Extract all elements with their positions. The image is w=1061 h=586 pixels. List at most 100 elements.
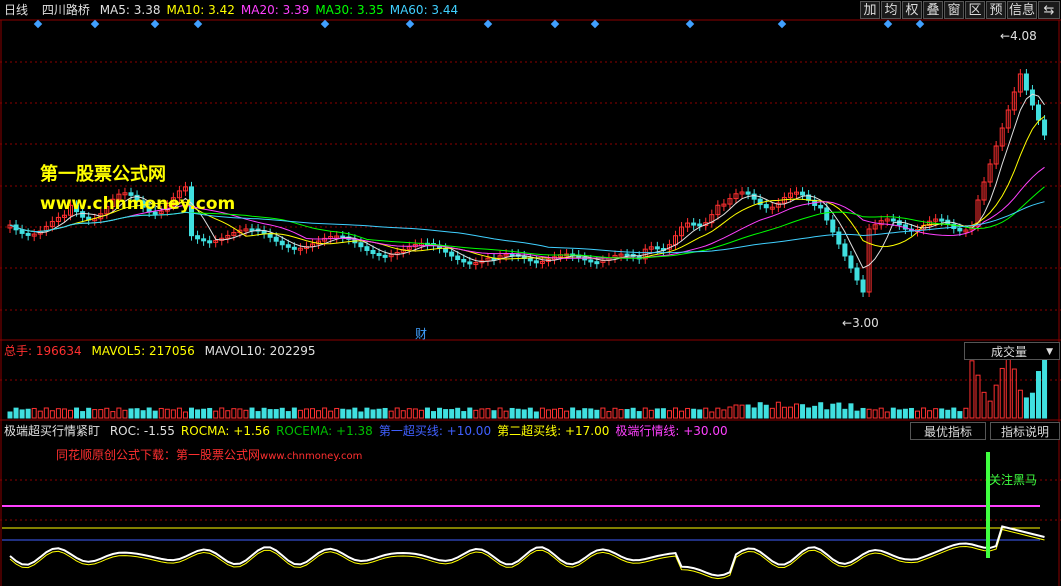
volume-bar [1023,397,1029,419]
candle-body [358,242,364,248]
finance-marker[interactable]: 财 [415,325,427,342]
candle-body [848,255,854,269]
volume-bar [902,408,908,419]
volume-bar [703,407,709,419]
volume-bar [636,411,642,419]
watermark-title: 第一股票公式网 [40,164,166,185]
candle-body [195,235,201,240]
volume-bar [182,411,188,419]
volume-bar [794,403,799,419]
volume-bar [1042,359,1048,419]
ma10-line [9,116,1045,260]
volume-bar [745,404,751,419]
signal-diamond-icon [405,19,415,29]
volume-bar [219,407,225,419]
indicator-legend-item-5: 极端行情线: +30.00 [615,424,728,438]
volume-bar [1029,392,1035,419]
volume-bar [485,408,491,419]
best-indicator-button[interactable]: 最优指标 [910,422,986,440]
candle-body [207,240,213,244]
candle-body [763,204,769,209]
volume-bar [933,408,939,419]
volume-bar [98,409,104,419]
volume-bar [691,408,697,419]
candle-body [691,222,697,226]
volume-bar [189,407,194,419]
signal-diamond-icon [883,19,893,29]
candle-body [449,251,455,257]
volume-bar [122,409,128,419]
volume-bar [443,409,449,419]
volume-bar [896,409,902,419]
signal-diamond-icon [777,19,787,29]
volume-bar [473,409,479,419]
candle-body [455,255,461,260]
signal-diamond-icon [90,19,100,29]
candle-body [836,231,842,245]
volume-bar [830,403,836,419]
volume-bar [328,410,334,419]
alert-signal-bar [986,452,990,558]
volume-bar [231,408,237,419]
chart-canvas[interactable] [0,0,1061,586]
candle-body [594,261,600,265]
volume-bar [49,410,55,419]
candle-body [751,193,757,200]
volume-bar [582,408,588,419]
volume-bar [352,407,358,419]
volume-bar [1017,389,1023,419]
volume-bar [376,408,382,419]
volume-bar [364,407,370,419]
volume-bar [92,409,98,419]
volume-bar [824,409,830,419]
candle-body [285,244,291,248]
signal-diamond-icon [590,19,600,29]
volume-bar [993,384,999,419]
volume-bar [340,408,346,419]
candle-body [1036,104,1041,121]
volume-bar [68,409,73,419]
volume-bar [1036,371,1041,419]
volume-bar [908,407,914,419]
volume-bar [237,408,243,419]
candle-body [800,191,806,196]
signal-diamond-icon [320,19,330,29]
volume-bar [273,409,279,419]
candle-body [1042,119,1048,136]
volume-bar [285,411,291,419]
volume-bar [987,400,993,419]
candle-body [896,220,902,226]
indicator-name[interactable]: 极端超买行情紧盯 [4,424,100,438]
volume-bar [715,407,721,419]
candle-body [939,218,945,222]
volume-bar [80,411,86,419]
volume-bar [860,407,866,419]
volume-bar [25,408,31,419]
volume-bar [43,407,49,419]
indicator-explain-button[interactable]: 指标说明 [990,422,1060,440]
volume-bar [969,360,975,419]
volume-bar [213,410,219,419]
volume-bar [140,410,146,419]
volume-bar [170,409,176,419]
arrow-left-icon: ← [1000,29,1011,43]
volume-bar [533,411,539,419]
indicator-legend-item-4: 第二超买线: +17.00 [497,424,610,438]
volume-bar [654,408,660,419]
volume-bar [660,408,666,419]
dropdown-triangle-icon: ▼ [1046,347,1053,357]
volume-indicator-select[interactable]: 成交量 ▼ [964,342,1060,360]
volume-bar [176,407,182,419]
volume-bar [915,410,920,419]
volume-bar [322,407,328,419]
candle-body [842,243,848,257]
volume-bar [297,409,303,419]
volume-bar [316,410,322,419]
volume-bar [939,408,945,419]
volume-bar [515,408,521,419]
volume-bar [775,401,781,419]
volume-bar [727,406,733,419]
volume-bar [370,409,376,419]
volume-bar [564,410,570,419]
volume-bar [491,410,497,419]
